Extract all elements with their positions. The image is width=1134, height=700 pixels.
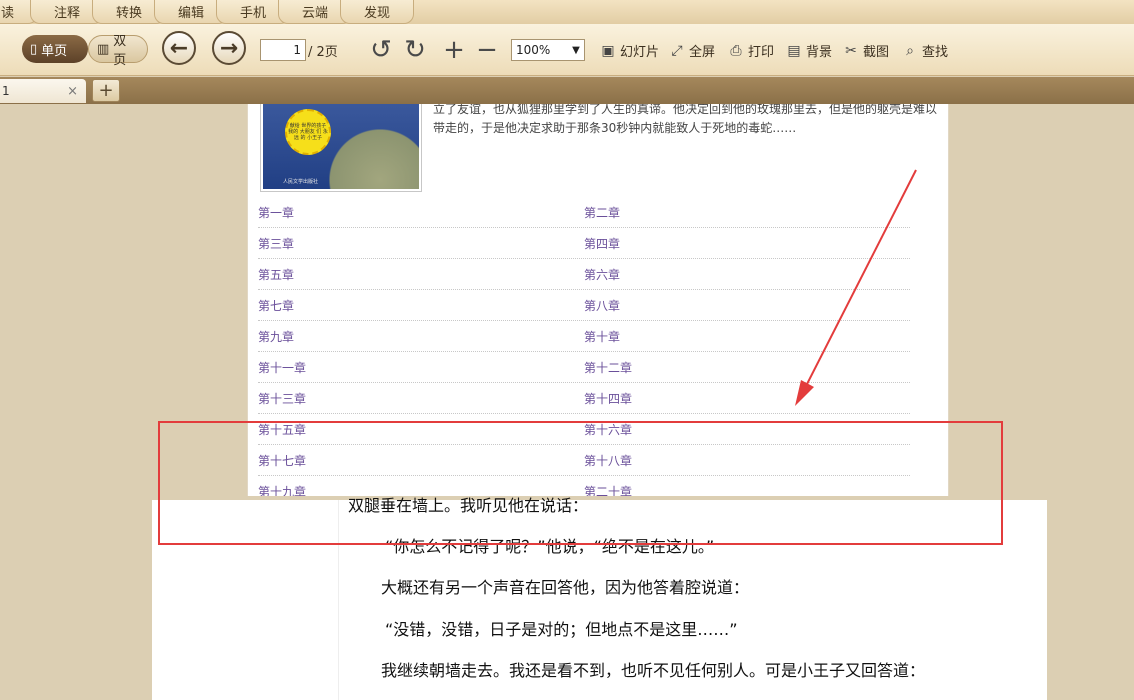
book-cover[interactable]: 献给 世界的孩子 我的 大朋友 们 永远 的 小王子 人民文学出版社	[260, 104, 422, 192]
chapter-row: 第三章 第四章	[258, 228, 910, 259]
chapter-link[interactable]: 第三章	[258, 235, 584, 252]
background-icon: ▤	[787, 42, 801, 59]
chapter-row: 第七章 第八章	[258, 290, 910, 321]
zoom-value: 100%	[516, 43, 551, 57]
zoom-in-icon[interactable]: +	[441, 35, 467, 65]
page-number-input[interactable]	[260, 39, 306, 61]
chapter-link[interactable]: 第八章	[584, 297, 910, 314]
book-synopsis: 立了友谊，也从狐狸那里学到了人生的真谛。他决定回到他的玫瑰那里去，但是他的躯壳是…	[433, 104, 938, 135]
single-page-label: 单页	[41, 43, 68, 59]
background-label: 背景	[806, 45, 833, 60]
plus-icon: +	[98, 80, 114, 101]
chapter-link[interactable]: 第四章	[584, 235, 910, 252]
chapter-row: 第一章 第二章	[258, 197, 910, 228]
screenshot-label: 截图	[863, 45, 890, 60]
menu-tab-discover[interactable]: 发现	[340, 0, 414, 24]
find-button[interactable]: ⌕ 查找	[902, 41, 949, 61]
cover-publisher: 人民文学出版社	[283, 179, 319, 185]
next-page-button[interactable]: →	[212, 31, 246, 65]
slideshow-button[interactable]: ▣ 幻灯片	[600, 41, 660, 61]
zoom-out-icon[interactable]: −	[474, 35, 500, 65]
chapter-link[interactable]: 第六章	[584, 266, 910, 283]
add-tab-button[interactable]: +	[92, 79, 120, 102]
book-icon: ▥	[97, 41, 110, 57]
chapter-link[interactable]: 第十章	[584, 328, 910, 345]
double-page-button[interactable]: ▥ 双页	[88, 34, 148, 68]
chapter-row: 第九章 第十章	[258, 321, 910, 352]
find-label: 查找	[922, 45, 949, 60]
document-tab-label: 1	[2, 84, 10, 98]
chapter-link[interactable]: 第十四章	[584, 390, 910, 407]
chapter-link[interactable]: 第十一章	[258, 359, 584, 376]
highlight-box	[158, 421, 1003, 545]
single-page-button[interactable]: ▯ 单页	[22, 35, 88, 63]
slideshow-icon: ▣	[601, 42, 615, 59]
cover-image: 献给 世界的孩子 我的 大朋友 们 永远 的 小王子 人民文学出版社	[263, 104, 419, 189]
page-total: / 2页	[308, 45, 338, 60]
fullscreen-icon: ⤢	[671, 42, 683, 59]
story-paragraph: 大概还有另一个声音在回答他，因为他答着腔说道：	[381, 578, 750, 597]
arrow-right-icon: →	[219, 35, 239, 61]
chapter-link[interactable]: 第一章	[258, 204, 584, 221]
chapter-link[interactable]: 第十二章	[584, 359, 910, 376]
chapter-row: 第十一章 第十二章	[258, 352, 910, 383]
scissors-icon: ✂	[845, 42, 857, 59]
rotate-right-icon[interactable]: ↻	[402, 35, 428, 65]
arrow-left-icon: ←	[169, 35, 189, 61]
cover-badge: 献给 世界的孩子 我的 大朋友 们 永远 的 小王子	[285, 109, 331, 155]
slideshow-label: 幻灯片	[620, 45, 660, 60]
story-paragraph: “没错，没错，日子是对的；但地点不是这里……”	[385, 620, 738, 639]
screenshot-button[interactable]: ✂ 截图	[843, 41, 890, 61]
document-tab-strip: 1 × +	[0, 77, 1134, 104]
chapter-link[interactable]: 第七章	[258, 297, 584, 314]
background-button[interactable]: ▤ 背景	[786, 41, 833, 61]
double-page-label: 双页	[113, 34, 127, 68]
search-icon: ⌕	[906, 42, 914, 59]
rotate-left-icon[interactable]: ↺	[368, 35, 394, 65]
previous-page-button[interactable]: ←	[162, 31, 196, 65]
chevron-down-icon: ▼	[572, 44, 580, 56]
document-tab[interactable]: 1 ×	[0, 79, 86, 103]
fullscreen-button[interactable]: ⤢ 全屏	[669, 41, 716, 61]
chapter-link[interactable]: 第九章	[258, 328, 584, 345]
story-paragraph: 我继续朝墙走去。我还是看不到，也听不见任何别人。可是小王子又回答道：	[381, 661, 926, 680]
chapter-link[interactable]: 第二章	[584, 204, 910, 221]
close-icon[interactable]: ×	[67, 84, 78, 99]
print-button[interactable]: ⎙ 打印	[728, 41, 775, 61]
page-icon: ▯	[30, 41, 38, 57]
chapter-link[interactable]: 第五章	[258, 266, 584, 283]
chapter-link[interactable]: 第十三章	[258, 390, 584, 407]
printer-icon: ⎙	[730, 42, 742, 59]
chapter-row: 第五章 第六章	[258, 259, 910, 290]
print-label: 打印	[748, 45, 775, 60]
chapter-row: 第十三章 第十四章	[258, 383, 910, 414]
fullscreen-label: 全屏	[689, 45, 716, 60]
main-menu-bar: 阅读 注释 转换 编辑 手机 云端 发现	[0, 0, 1134, 24]
zoom-select[interactable]: 100% ▼	[511, 39, 585, 61]
